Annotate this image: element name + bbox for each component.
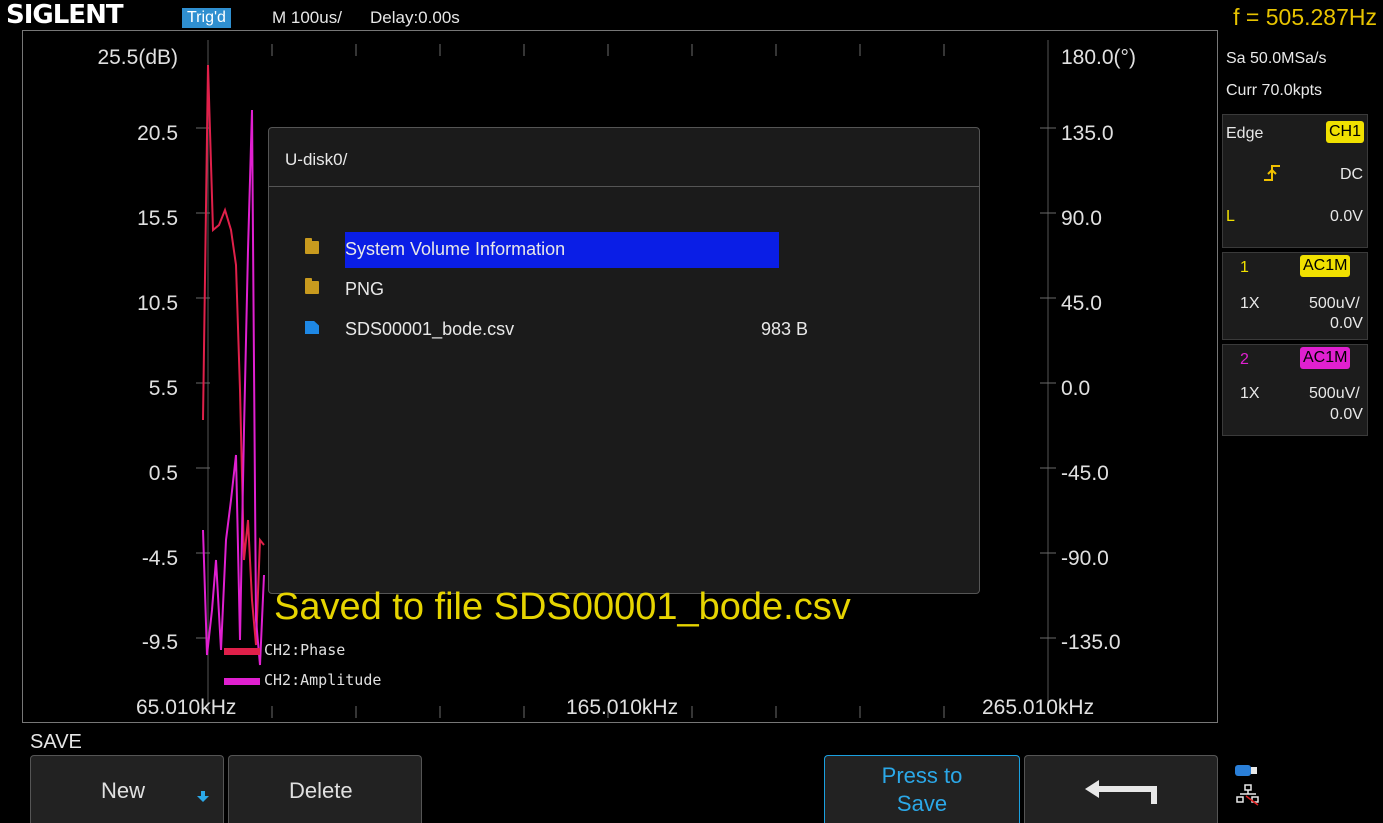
delete-softkey[interactable]: Delete	[228, 755, 422, 823]
return-arrow-icon	[1085, 780, 1157, 804]
y-left-tick: 10.5	[137, 292, 178, 315]
current-directory-path: U-disk0/	[285, 150, 348, 169]
press-to-save-softkey[interactable]: Press to Save	[824, 755, 1020, 823]
trigger-level-label: L	[1226, 208, 1235, 225]
save-label: Save	[896, 791, 948, 816]
channel-1-coupling-badge: AC1M	[1300, 255, 1351, 277]
usb-storage-icon	[1235, 765, 1257, 776]
legend-label-amplitude: CH2:Amplitude	[264, 671, 382, 689]
memory-depth: Curr 70.0kpts	[1226, 82, 1323, 99]
rising-edge-icon	[1264, 165, 1280, 181]
y-right-tick: -135.0	[1061, 631, 1121, 654]
save-confirmation-message: Saved to file SDS00001_bode.csv	[274, 586, 851, 628]
channel-2-scale: 500uV/	[1309, 385, 1360, 402]
y-right-tick: -90.0	[1061, 547, 1109, 570]
channel-1-probe: 1X	[1240, 295, 1260, 312]
x-tick: 65.010kHz	[136, 696, 237, 719]
back-softkey[interactable]	[1024, 755, 1218, 823]
file-size: 983 B	[761, 319, 809, 339]
arrow-down-icon	[197, 791, 209, 802]
y-right-tick: 135.0	[1061, 122, 1114, 145]
trigger-level: 0.0V	[1330, 208, 1363, 225]
y-right-tick: 0.0	[1061, 377, 1091, 400]
trigger-type: Edge	[1226, 125, 1264, 142]
file-list-item[interactable]: SDS00001_bode.csv 983 B	[303, 312, 808, 346]
y-right-tick: 45.0	[1061, 292, 1102, 315]
folder-icon	[305, 278, 319, 294]
legend-label-phase: CH2:Phase	[264, 641, 346, 659]
legend-swatch-amplitude	[224, 678, 260, 685]
file-name: SDS00001_bode.csv	[345, 319, 515, 339]
x-tick: 265.010kHz	[982, 696, 1095, 719]
trigger-source-badge: CH1	[1326, 121, 1365, 143]
menu-title: SAVE	[30, 731, 82, 753]
new-softkey[interactable]: New	[30, 755, 224, 823]
y-right-tick: 90.0	[1061, 207, 1102, 230]
folder-icon	[305, 238, 319, 254]
network-icon	[1236, 784, 1259, 806]
delete-label: Delete	[289, 778, 353, 803]
file-browser-dialog: U-disk0/ System Volume Information PNG S…	[268, 127, 980, 594]
channel-1-number: 1	[1240, 259, 1249, 276]
y-right-tick: 180.0(°)	[1061, 46, 1136, 69]
new-label: New	[101, 778, 146, 803]
y-left-tick: 25.5(dB)	[97, 46, 178, 69]
file-list-item[interactable]: System Volume Information	[303, 232, 783, 268]
file-icon	[305, 321, 319, 334]
trigger-coupling: DC	[1340, 166, 1364, 183]
press-to-label: Press to	[881, 763, 963, 788]
y-right-tick: -45.0	[1061, 462, 1109, 485]
file-name: System Volume Information	[345, 239, 566, 259]
channel-2-probe: 1X	[1240, 385, 1260, 402]
channel-2-number: 2	[1240, 351, 1249, 368]
dialog-divider	[269, 186, 979, 187]
channel-2-coupling-badge: AC1M	[1300, 347, 1351, 369]
channel-1-offset: 0.0V	[1330, 315, 1363, 332]
file-list-item[interactable]: PNG	[303, 272, 783, 306]
y-left-tick: 15.5	[137, 207, 178, 230]
y-left-tick: -4.5	[141, 547, 178, 570]
y-left-tick: -9.5	[141, 631, 178, 654]
sample-rate: Sa 50.0MSa/s	[1226, 50, 1327, 67]
legend-swatch-phase	[224, 648, 260, 655]
channel-2-offset: 0.0V	[1330, 406, 1363, 423]
y-left-tick: 0.5	[148, 462, 178, 485]
y-left-tick: 5.5	[148, 377, 178, 400]
x-tick: 165.010kHz	[566, 696, 679, 719]
y-left-tick: 20.5	[137, 122, 178, 145]
file-name: PNG	[345, 279, 385, 299]
channel-1-scale: 500uV/	[1309, 295, 1360, 312]
